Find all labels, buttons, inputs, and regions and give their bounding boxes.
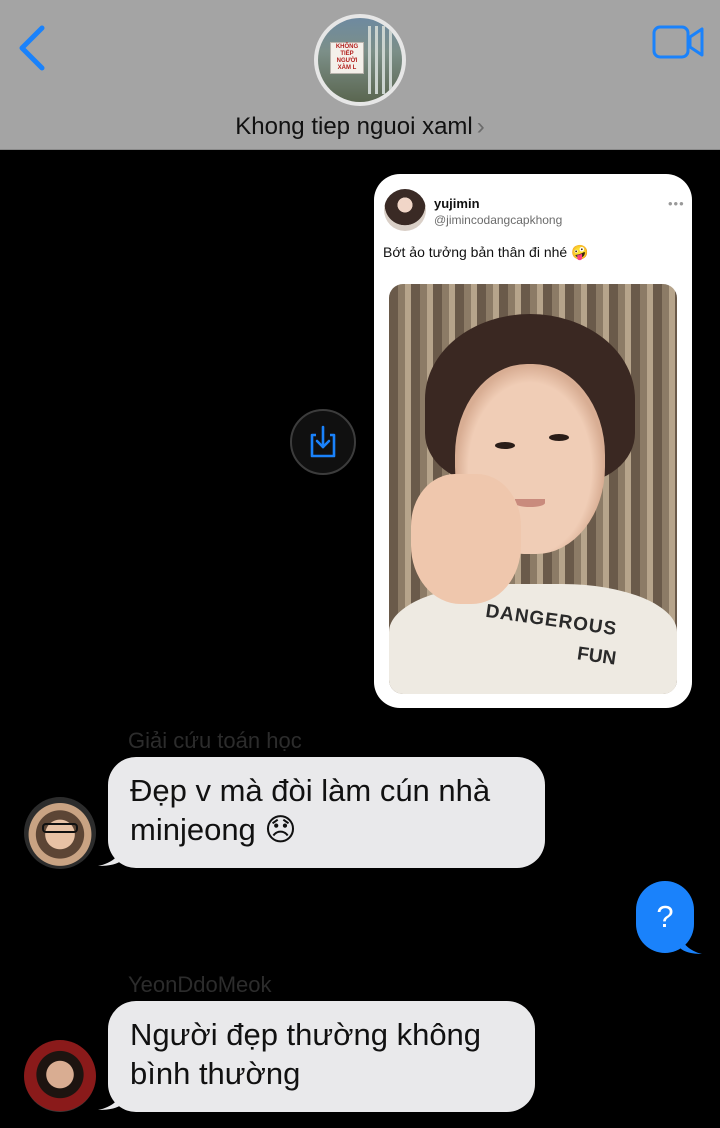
message-bubble[interactable]: Người đẹp thường không bình thường: [108, 1001, 535, 1112]
sender-name: Giải cứu toán học: [128, 728, 302, 753]
contact-avatar-photo: KHÔNG TIẾP NGƯỜI XÀM L: [318, 18, 402, 102]
download-button[interactable]: [290, 409, 356, 475]
post-photo[interactable]: DANGEROUS FUN: [389, 284, 677, 694]
post-author-handle: @jimincodangcapkhong: [434, 213, 563, 227]
chevron-right-icon: ›: [476, 113, 485, 140]
contact-name[interactable]: Khong tiep nguoi xaml ›: [0, 113, 720, 141]
sender-avatar[interactable]: [24, 1040, 96, 1112]
contact-name-text: Khong tiep nguoi xaml: [235, 113, 473, 140]
post-text: Bớt ảo tưởng bản thân đi nhé 🤪: [383, 244, 589, 260]
photo-eye-left: [495, 442, 515, 449]
photo-eye-right: [549, 434, 569, 441]
video-camera-icon[interactable]: [652, 24, 704, 60]
sender-name: YeonDdoMeok: [128, 972, 272, 997]
photo-shirt: [389, 584, 677, 694]
message-text-line2: minjeong 😞: [130, 812, 297, 847]
chat-header: KHÔNG TIẾP NGƯỜI XÀM L Khong tiep nguoi …: [0, 0, 720, 150]
message-bubble[interactable]: Đẹp v mà đòi làm cún nhà minjeong 😞: [108, 757, 545, 868]
contact-avatar[interactable]: KHÔNG TIẾP NGƯỜI XÀM L: [314, 14, 406, 106]
avatar-sign-line2: NGƯỜI XÀM L: [336, 58, 358, 71]
ellipsis-icon[interactable]: •••: [668, 196, 685, 211]
gate-bars: [368, 26, 394, 94]
avatar-sign-line1: KHÔNG TIẾP: [335, 44, 359, 57]
photo-mouth: [515, 499, 545, 507]
message-text-line2: bình thường: [130, 1056, 301, 1091]
shared-post-card[interactable]: yujimin @jimincodangcapkhong ••• Bớt ảo …: [374, 174, 692, 708]
post-author-name: yujimin: [434, 196, 480, 211]
sender-avatar[interactable]: [24, 797, 96, 869]
avatar-sign: KHÔNG TIẾP NGƯỜI XÀM L: [330, 42, 364, 74]
my-message-bubble[interactable]: ?: [636, 881, 694, 953]
message-text-line1: Người đẹp thường không: [130, 1017, 482, 1052]
avatar-glasses: [42, 823, 78, 833]
post-author-avatar: [384, 189, 426, 231]
message-text-line1: Đẹp v mà đòi làm cún nhà: [130, 773, 491, 808]
photo-hand: [411, 474, 521, 604]
my-message-text: ?: [656, 899, 674, 934]
download-icon: [310, 425, 336, 458]
chevron-left-icon[interactable]: [14, 24, 50, 72]
